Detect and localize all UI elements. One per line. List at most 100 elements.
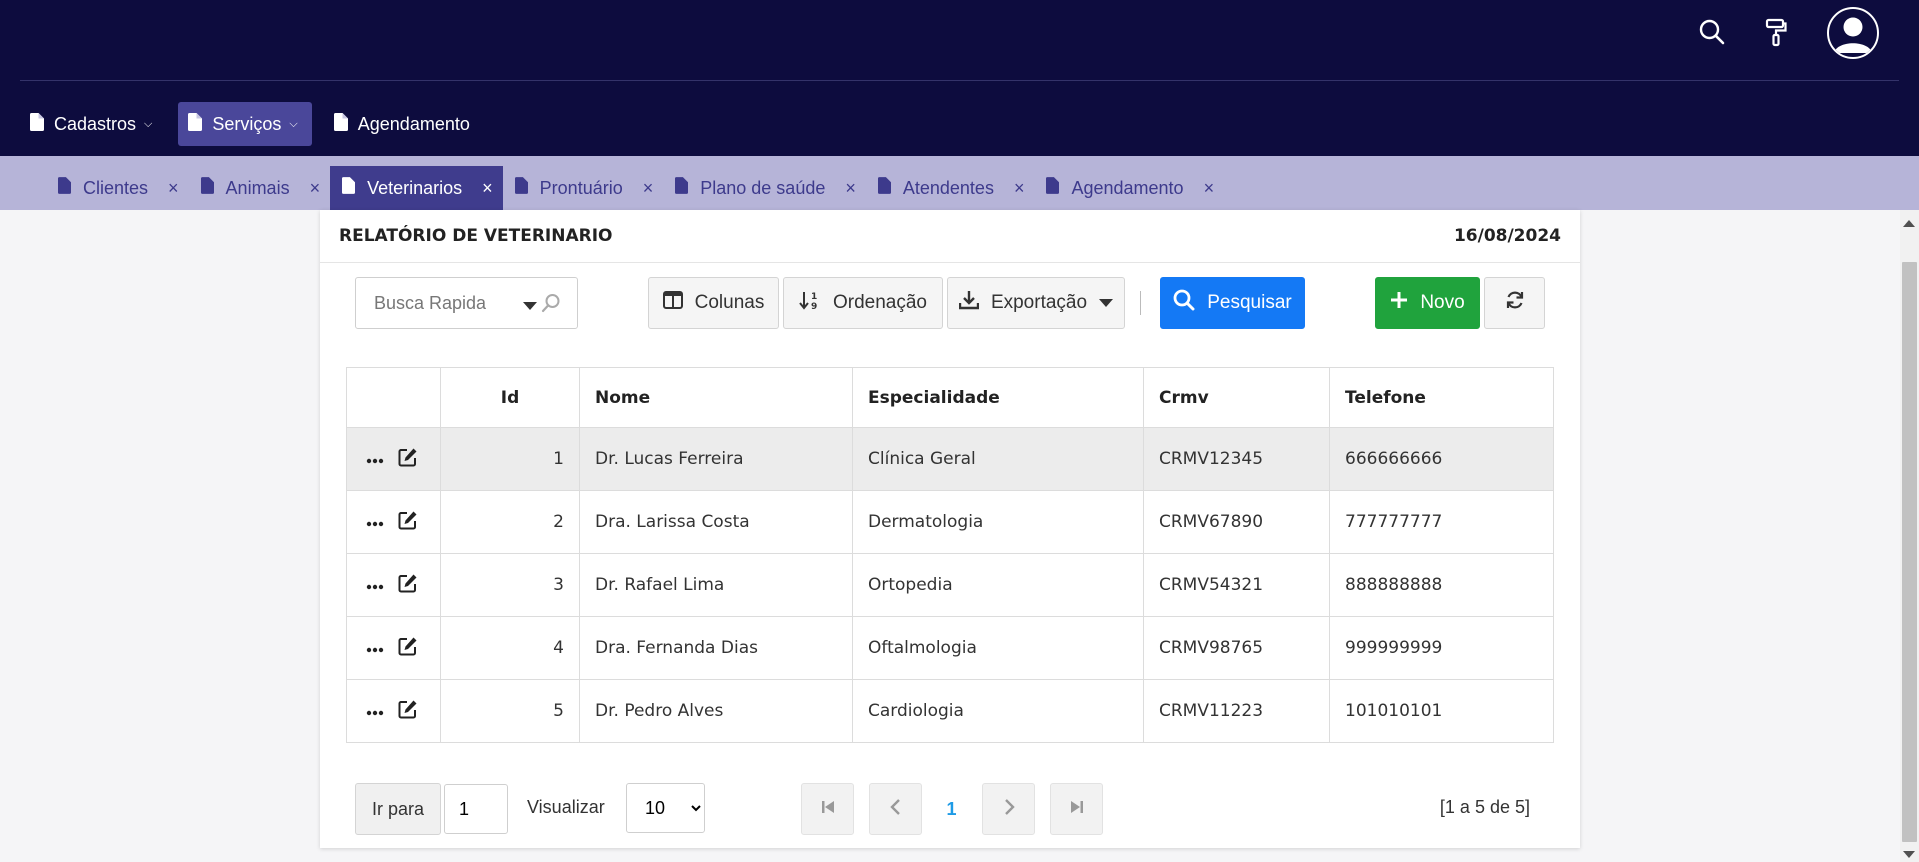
caret-down-icon xyxy=(1099,292,1114,314)
last-page-icon xyxy=(1069,799,1085,820)
menu-item-label: Agendamento xyxy=(357,113,470,134)
columns-button[interactable]: Colunas xyxy=(648,277,779,329)
cell-id: 2 xyxy=(440,490,580,554)
file-icon xyxy=(30,112,44,136)
close-icon[interactable]: × xyxy=(168,178,179,199)
more-options-icon[interactable] xyxy=(366,575,384,595)
edit-icon[interactable] xyxy=(398,510,418,535)
more-options-icon[interactable] xyxy=(366,701,384,721)
cell-crmv: CRMV11223 xyxy=(1143,679,1330,743)
scroll-thumb[interactable] xyxy=(1902,262,1917,842)
edit-icon[interactable] xyxy=(398,573,418,598)
scroll-down-arrow[interactable] xyxy=(1903,851,1915,858)
quick-search-input[interactable]: Busca Rapida xyxy=(355,277,578,329)
tab-veterinarios[interactable]: Veterinarios × xyxy=(330,166,503,210)
cell-nome: Dra. Larissa Costa xyxy=(579,490,853,554)
column-header-id[interactable]: Id xyxy=(440,367,580,428)
menu-item-cadastros[interactable]: Cadastros ⌵ xyxy=(20,102,166,146)
tab-clientes[interactable]: Clientes × xyxy=(46,166,189,210)
cell-nome: Dr. Rafael Lima xyxy=(579,553,853,617)
caret-down-icon[interactable] xyxy=(523,295,537,316)
column-header-nome[interactable]: Nome xyxy=(579,367,853,428)
menu-item-agendamento[interactable]: Agendamento xyxy=(324,102,484,146)
close-icon[interactable]: × xyxy=(1014,178,1025,199)
edit-icon[interactable] xyxy=(398,699,418,724)
close-icon[interactable]: × xyxy=(1204,178,1215,199)
file-icon xyxy=(200,177,214,199)
table-row[interactable]: 4 Dra. Fernanda Dias Oftalmologia CRMV98765… xyxy=(346,616,1554,680)
tab-label: Clientes xyxy=(83,177,149,198)
new-button[interactable]: Novo xyxy=(1375,277,1480,329)
page-scrollbar[interactable] xyxy=(1900,210,1919,862)
toolbar-separator xyxy=(1140,291,1141,315)
goto-page-input[interactable] xyxy=(444,784,508,834)
close-icon[interactable]: × xyxy=(482,178,493,199)
tab-label: Prontuário xyxy=(539,177,623,198)
edit-icon[interactable] xyxy=(398,447,418,472)
menu-item-servicos[interactable]: Serviços ⌵ xyxy=(178,102,312,146)
tab-label: Veterinarios xyxy=(367,177,463,198)
last-page-button[interactable] xyxy=(1050,783,1103,835)
more-options-icon[interactable] xyxy=(366,449,384,469)
tab-atendentes[interactable]: Atendentes × xyxy=(866,166,1035,210)
table-row[interactable]: 1 Dr. Lucas Ferreira Clínica Geral CRMV1234… xyxy=(346,427,1554,491)
menu-item-label: Cadastros xyxy=(54,113,137,134)
close-icon[interactable]: × xyxy=(310,178,321,199)
top-header: Cadastros ⌵ Serviços ⌵ Agendamento xyxy=(0,0,1919,156)
previous-page-button[interactable] xyxy=(869,783,922,835)
refresh-button[interactable] xyxy=(1484,277,1545,329)
plus-icon xyxy=(1390,291,1408,315)
file-icon xyxy=(877,177,891,199)
column-header-telefone[interactable]: Telefone xyxy=(1329,367,1554,428)
table-row[interactable]: 3 Dr. Rafael Lima Ortopedia CRMV54321 888888… xyxy=(346,553,1554,617)
tab-bar: Clientes × Animais × Veterinarios × Prontuário… xyxy=(0,156,1919,210)
search-button[interactable]: Pesquisar xyxy=(1160,277,1305,329)
table-row[interactable]: 5 Dr. Pedro Alves Cardiologia CRMV11223 1010… xyxy=(346,679,1554,743)
sort-button[interactable]: 19 Ordenação xyxy=(783,277,943,329)
first-page-button[interactable] xyxy=(801,783,854,835)
edit-icon[interactable] xyxy=(398,636,418,661)
tab-prontu-rio[interactable]: Prontuário × xyxy=(503,166,664,210)
page-size-select[interactable]: 10 xyxy=(626,783,705,833)
close-icon[interactable]: × xyxy=(845,178,856,199)
cell-telefone: 101010101 xyxy=(1329,679,1554,743)
goto-page-button[interactable]: Ir para xyxy=(355,783,441,835)
cell-nome: Dr. Pedro Alves xyxy=(579,679,853,743)
close-icon[interactable]: × xyxy=(643,178,654,199)
scroll-up-arrow[interactable] xyxy=(1903,220,1915,227)
menu-item-label: Serviços xyxy=(212,113,282,134)
cell-especialidade: Cardiologia xyxy=(852,679,1144,743)
search-icon[interactable] xyxy=(1694,14,1730,50)
toolbar: Busca Rapida Colunas 19 Ordenação Export… xyxy=(320,277,1580,329)
sort-label: Ordenação xyxy=(832,292,927,313)
tab-agendamento[interactable]: Agendamento × xyxy=(1034,166,1224,210)
cell-id: 5 xyxy=(440,679,580,743)
cell-telefone: 666666666 xyxy=(1329,427,1554,491)
cell-id: 3 xyxy=(440,553,580,617)
more-options-icon[interactable] xyxy=(366,512,384,532)
column-header-especialidade[interactable]: Especialidade xyxy=(852,367,1144,428)
export-button[interactable]: Exportação xyxy=(947,277,1125,329)
tab-animais[interactable]: Animais × xyxy=(189,166,331,210)
user-avatar-icon[interactable] xyxy=(1827,7,1879,59)
tab-plano-de-sa-de[interactable]: Plano de saúde × xyxy=(663,166,866,210)
file-icon xyxy=(675,177,689,199)
record-range: [1 a 5 de 5] xyxy=(1439,797,1530,817)
next-page-button[interactable] xyxy=(982,783,1035,835)
sort-icon: 19 xyxy=(799,290,821,316)
main-menu: Cadastros ⌵ Serviços ⌵ Agendamento xyxy=(20,102,484,146)
search-icon[interactable] xyxy=(541,293,561,318)
column-header-crmv[interactable]: Crmv xyxy=(1143,367,1330,428)
table-row[interactable]: 2 Dra. Larissa Costa Dermatologia CRMV67890… xyxy=(346,490,1554,554)
paint-roller-icon[interactable] xyxy=(1758,14,1794,50)
report-card: RELATÓRIO DE VETERINARIO 16/08/2024 Busc… xyxy=(320,210,1580,848)
first-page-icon xyxy=(820,799,836,820)
cell-especialidade: Dermatologia xyxy=(852,490,1144,554)
cell-telefone: 999999999 xyxy=(1329,616,1554,680)
file-icon xyxy=(514,177,528,199)
tab-label: Agendamento xyxy=(1071,177,1184,198)
more-options-icon[interactable] xyxy=(366,638,384,658)
cell-especialidade: Clínica Geral xyxy=(852,427,1144,491)
current-page[interactable]: 1 xyxy=(925,783,978,835)
cell-crmv: CRMV67890 xyxy=(1143,490,1330,554)
